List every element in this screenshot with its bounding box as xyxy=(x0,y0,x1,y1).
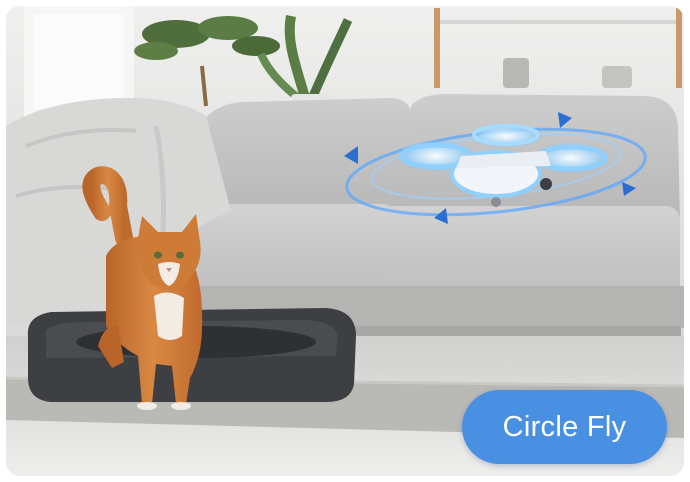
product-image-card: Circle Fly xyxy=(6,6,684,476)
badge-label: Circle Fly xyxy=(502,410,627,443)
circle-fly-badge: Circle Fly xyxy=(462,390,667,464)
